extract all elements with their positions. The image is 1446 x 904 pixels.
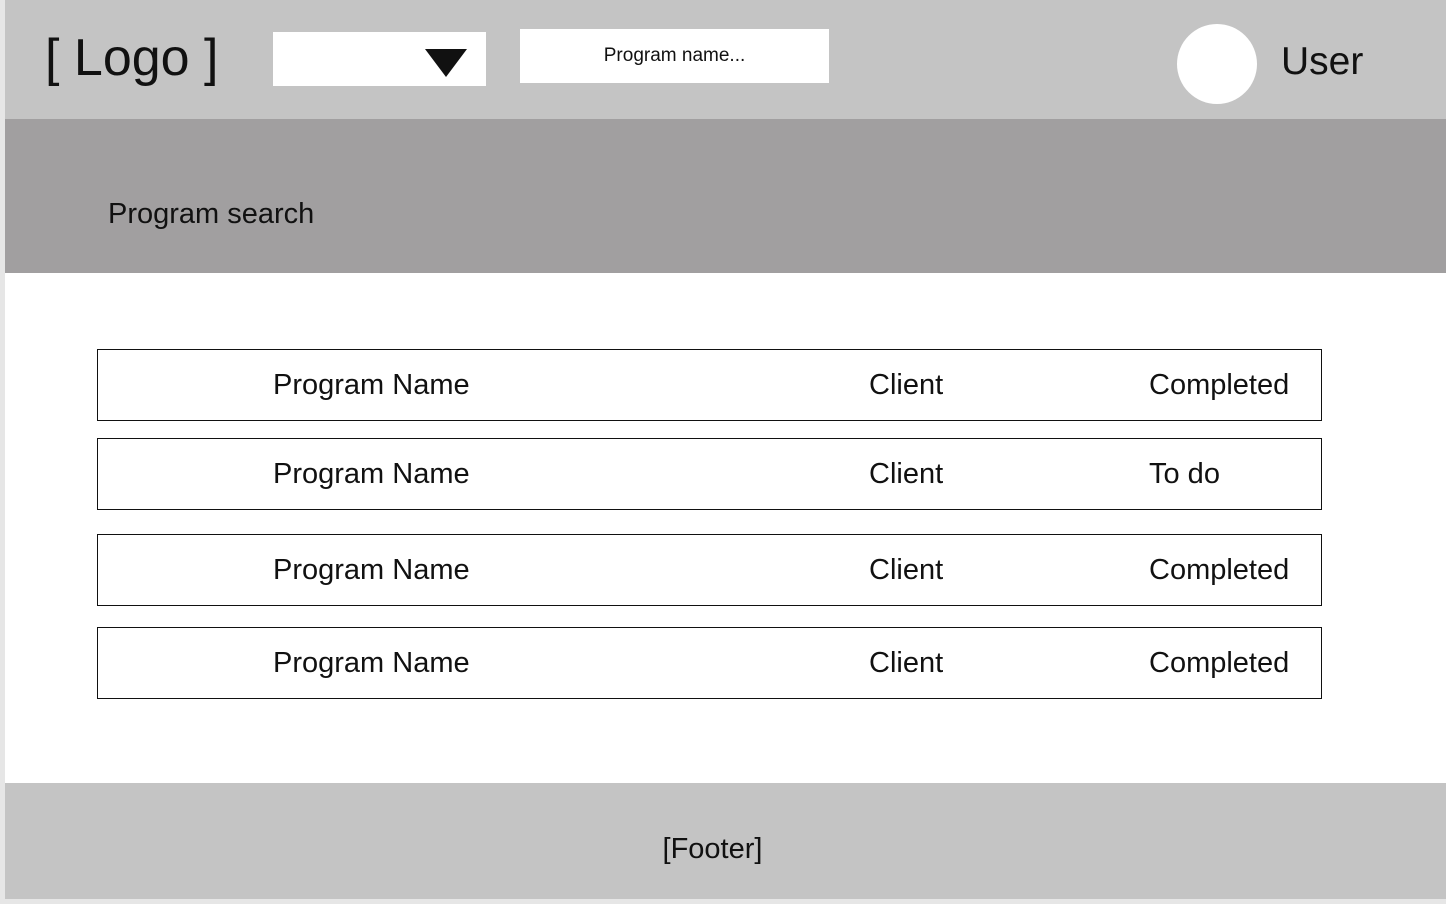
page-footer: [Footer] <box>5 783 1446 899</box>
program-status: To do <box>1149 458 1220 490</box>
program-status: Completed <box>1149 369 1290 401</box>
page: [ Logo ] User Program search Program Nam… <box>5 0 1446 899</box>
user-name[interactable]: User <box>1281 38 1363 86</box>
user-avatar[interactable] <box>1177 24 1257 104</box>
page-banner: Program search <box>5 119 1446 273</box>
page-title: Program search <box>108 198 315 230</box>
program-client: Client <box>869 458 944 490</box>
program-row[interactable]: Program Name Client To do <box>97 438 1322 510</box>
logo[interactable]: [ Logo ] <box>45 28 218 88</box>
program-client: Client <box>869 554 944 586</box>
program-name: Program Name <box>273 369 470 401</box>
program-row[interactable]: Program Name Client Completed <box>97 349 1322 421</box>
top-header: [ Logo ] User <box>5 0 1446 119</box>
program-status: Completed <box>1149 647 1290 679</box>
program-name: Program Name <box>273 554 470 586</box>
program-client: Client <box>869 369 944 401</box>
footer-text: [Footer] <box>662 833 763 865</box>
program-row[interactable]: Program Name Client Completed <box>97 627 1322 699</box>
caret-down-icon[interactable] <box>425 49 467 77</box>
program-client: Client <box>869 647 944 679</box>
program-row[interactable]: Program Name Client Completed <box>97 534 1322 606</box>
program-name: Program Name <box>273 647 470 679</box>
program-filter-dropdown[interactable] <box>273 32 486 86</box>
program-name: Program Name <box>273 458 470 490</box>
program-status: Completed <box>1149 554 1290 586</box>
program-search-input[interactable] <box>520 29 829 83</box>
